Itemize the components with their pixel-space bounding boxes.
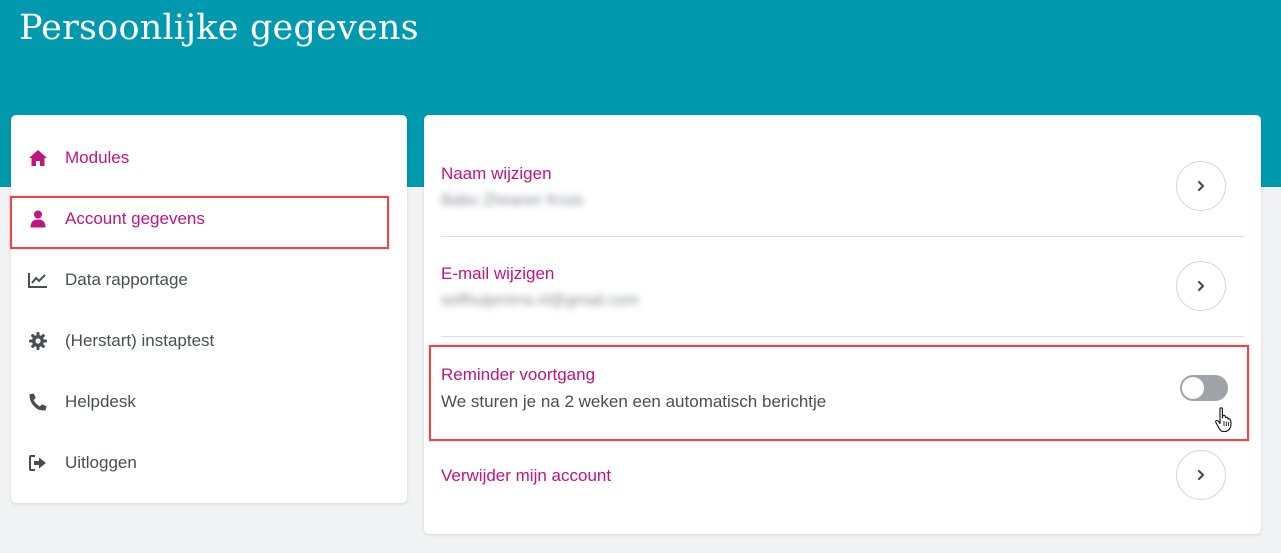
gear-icon: [28, 331, 48, 351]
sidebar-item-label: (Herstart) instaptest: [65, 331, 215, 350]
sidebar-item-label: Uitloggen: [65, 453, 137, 472]
sidebar-item-herstart-instaptest[interactable]: (Herstart) instaptest: [11, 321, 407, 361]
sidebar-item-label: Data rapportage: [65, 270, 188, 289]
sign-out-icon: [28, 453, 48, 473]
home-icon: [28, 148, 48, 168]
highlight-box-account: [10, 196, 389, 249]
name-change-title[interactable]: Naam wijzigen: [441, 164, 552, 184]
page-title: Persoonlijke gegevens: [19, 8, 419, 48]
delete-account-button[interactable]: [1176, 450, 1226, 500]
email-change-button[interactable]: [1176, 261, 1226, 311]
chart-line-icon: [28, 270, 48, 290]
sidebar-item-uitloggen[interactable]: Uitloggen: [11, 443, 407, 483]
sidebar-item-data-rapportage[interactable]: Data rapportage: [11, 260, 407, 300]
phone-icon: [28, 392, 48, 412]
chevron-right-icon: [1197, 180, 1205, 192]
divider: [441, 236, 1244, 237]
highlight-box-reminder: [429, 345, 1249, 441]
name-change-button[interactable]: [1176, 161, 1226, 211]
chevron-right-icon: [1197, 469, 1205, 481]
name-value: Babu Zheaner Kruis: [441, 192, 584, 209]
sidebar-item-label: Modules: [65, 148, 130, 167]
email-value: selfhulpmirra.nl@gmail.com: [441, 292, 639, 309]
sidebar-item-modules[interactable]: Modules: [11, 138, 407, 178]
chevron-right-icon: [1197, 280, 1205, 292]
delete-account-title[interactable]: Verwijder mijn account: [441, 466, 611, 486]
email-change-title[interactable]: E-mail wijzigen: [441, 264, 554, 284]
sidebar-nav: Modules Account gegevens Data rapportage…: [11, 115, 407, 503]
settings-card: Naam wijzigen Babu Zheaner Kruis E-mail …: [424, 115, 1261, 534]
sidebar-item-label: Helpdesk: [65, 392, 136, 411]
sidebar-item-helpdesk[interactable]: Helpdesk: [11, 382, 407, 422]
divider: [441, 336, 1244, 337]
